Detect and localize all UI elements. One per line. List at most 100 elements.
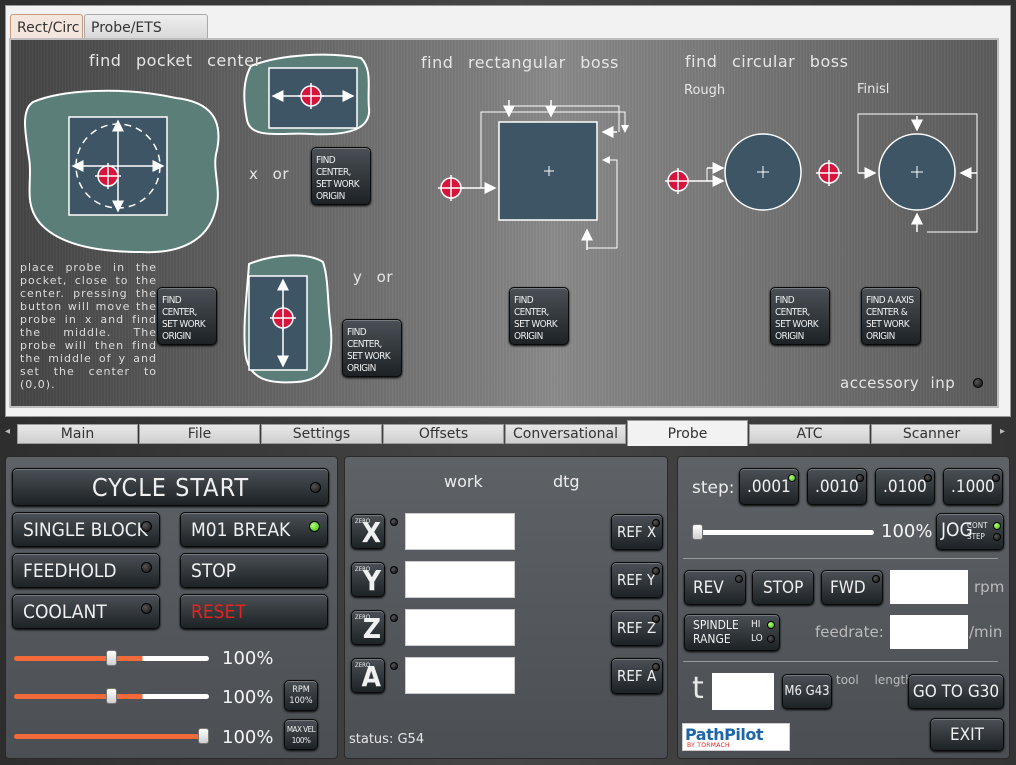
dro-x-field[interactable] (405, 513, 515, 550)
jog-speed-knob[interactable] (692, 524, 703, 540)
spindle-rev-button[interactable]: REV (684, 570, 746, 605)
tab-conversational[interactable]: Conversational (505, 424, 626, 444)
step-label: step: (692, 478, 735, 498)
coolant-button[interactable]: COOLANT (12, 594, 160, 629)
step-1000-button[interactable]: .1000 (943, 468, 1003, 505)
zero-x-label: ZERO (355, 518, 371, 525)
tab-file[interactable]: File (139, 424, 260, 444)
range-hi-label: HI (751, 619, 761, 630)
dro-y-field[interactable] (405, 561, 515, 598)
x-or-label: x or (249, 165, 289, 183)
zero-a-button[interactable]: ZERO A (351, 658, 385, 693)
ref-x-led (652, 519, 660, 527)
rpm-input[interactable] (890, 570, 968, 604)
coolant-label: COOLANT (23, 601, 107, 623)
rpm-reset-button[interactable]: RPM 100% (284, 680, 318, 711)
axis-a-led (390, 662, 398, 670)
step-1000-label: .1000 (951, 477, 995, 497)
step-0010-led (856, 474, 864, 482)
find-center-y-button[interactable]: FIND CENTER, SET WORK ORIGIN (342, 319, 402, 377)
find-center-pocket-button[interactable]: FIND CENTER, SET WORK ORIGIN (157, 287, 217, 345)
single-block-label: SINGLE BLOCK (23, 519, 148, 541)
tab-scroll-left-icon[interactable]: ◂ (5, 426, 14, 440)
step-0100-button[interactable]: .0100 (875, 468, 935, 505)
probe-diagrams (24, 53, 978, 384)
step-0001-button[interactable]: .0001 (739, 468, 799, 505)
tab-settings[interactable]: Settings (261, 424, 382, 444)
rpm-unit-label: rpm (974, 578, 1005, 596)
jog-mode-button[interactable]: JOG CONT STEP (936, 513, 1004, 550)
tool-label: t (692, 671, 704, 706)
go-to-g30-button[interactable]: GO TO G30 (908, 674, 1004, 709)
find-a-axis-center-button[interactable]: FIND A AXIS CENTER & SET WORK ORIGIN (861, 287, 921, 345)
ref-y-label: REF Y (617, 571, 656, 589)
zero-a-label: ZERO (355, 662, 371, 669)
range-hi-led (767, 621, 775, 629)
feed-override-knob[interactable] (106, 650, 117, 666)
exit-button[interactable]: EXIT (930, 718, 1004, 751)
tab-offsets[interactable]: Offsets (383, 424, 504, 444)
zero-x-button[interactable]: ZERO X (351, 514, 385, 549)
maxvel-override-value: 100% (222, 727, 274, 748)
m6-g43-button[interactable]: M6 G43 (782, 674, 832, 709)
spindle-range-button[interactable]: SPINDLE RANGE HI LO (684, 614, 780, 651)
ref-y-button[interactable]: REF Y (611, 562, 663, 598)
m01-break-label: M01 BREAK (191, 519, 291, 541)
feedhold-button[interactable]: FEEDHOLD (12, 553, 160, 588)
feedrate-input[interactable] (890, 615, 968, 649)
spindle-stop-button[interactable]: STOP (752, 570, 814, 605)
ref-z-button[interactable]: REF Z (611, 610, 663, 646)
zero-y-button[interactable]: ZERO Y (351, 562, 385, 597)
ref-a-button[interactable]: REF A (611, 658, 663, 694)
maxvel-reset-button[interactable]: MAX VEL 100% (284, 719, 318, 750)
m01-break-button[interactable]: M01 BREAK (180, 512, 328, 547)
tab-probe[interactable]: Probe (627, 420, 748, 446)
spindle-fwd-label: FWD (830, 578, 866, 598)
pocket-x-diagram (243, 53, 371, 136)
maxvel-override-slider[interactable] (14, 734, 209, 739)
feedhold-label: FEEDHOLD (23, 560, 117, 582)
find-center-rect-boss-button[interactable]: FIND CENTER, SET WORK ORIGIN (509, 287, 569, 345)
dro-dtg-header: dtg (553, 472, 580, 491)
jog-cont-led (993, 522, 1001, 530)
accessory-input-label: accessory inp (840, 374, 956, 392)
jog-cont-label: CONT (967, 521, 988, 530)
rpm-override-knob[interactable] (106, 688, 117, 704)
tool-number-input[interactable] (712, 673, 774, 710)
rpm-button-value: 100% (289, 696, 313, 706)
pocket-title: find pocket center (89, 51, 262, 70)
dro-z-field[interactable] (405, 609, 515, 646)
y-or-label: y or (353, 268, 393, 286)
tab-scanner[interactable]: Scanner (871, 424, 992, 444)
m01-break-led (309, 521, 320, 532)
cycle-start-button[interactable]: CYCLE START (12, 468, 329, 506)
probe-panel: find pocket center find rectangular boss… (9, 38, 999, 408)
reset-button[interactable]: RESET (180, 594, 328, 629)
pocket-instructions: place probe in the pocket, close to the … (20, 261, 157, 391)
maxvel-override-knob[interactable] (198, 728, 209, 744)
zero-z-label: ZERO (355, 614, 371, 621)
rough-label: Rough (684, 83, 726, 98)
find-center-circ-boss-button[interactable]: FIND CENTER, SET WORK ORIGIN (770, 287, 830, 345)
tab-main[interactable]: Main (17, 424, 138, 444)
ref-a-led (652, 663, 660, 671)
step-0010-button[interactable]: .0010 (807, 468, 867, 505)
dro-panel: work dtg ZERO X REF X ZERO Y REF Y ZERO Z R… (344, 456, 668, 759)
jog-speed-slider[interactable] (692, 530, 874, 535)
ref-y-led (652, 567, 660, 575)
single-block-button[interactable]: SINGLE BLOCK (12, 512, 160, 547)
stop-button[interactable]: STOP (180, 553, 328, 588)
zero-z-button[interactable]: ZERO Z (351, 610, 385, 645)
tab-atc[interactable]: ATC (749, 424, 870, 444)
zero-y-label: ZERO (355, 566, 371, 573)
ref-x-button[interactable]: REF X (611, 514, 663, 550)
status-label: status: (349, 732, 394, 747)
rpm-override-value: 100% (222, 687, 274, 708)
tab-scroll-right-icon[interactable]: ▸ (1000, 426, 1009, 440)
step-0001-led (788, 474, 796, 482)
tab-rect-circ[interactable]: Rect/Circ (10, 14, 83, 41)
find-center-x-button[interactable]: FIND CENTER, SET WORK ORIGIN (311, 147, 371, 205)
dro-a-field[interactable] (405, 657, 515, 694)
spindle-fwd-button[interactable]: FWD (821, 570, 883, 605)
tab-probe-ets-setup[interactable]: Probe/ETS Setup (84, 14, 208, 62)
